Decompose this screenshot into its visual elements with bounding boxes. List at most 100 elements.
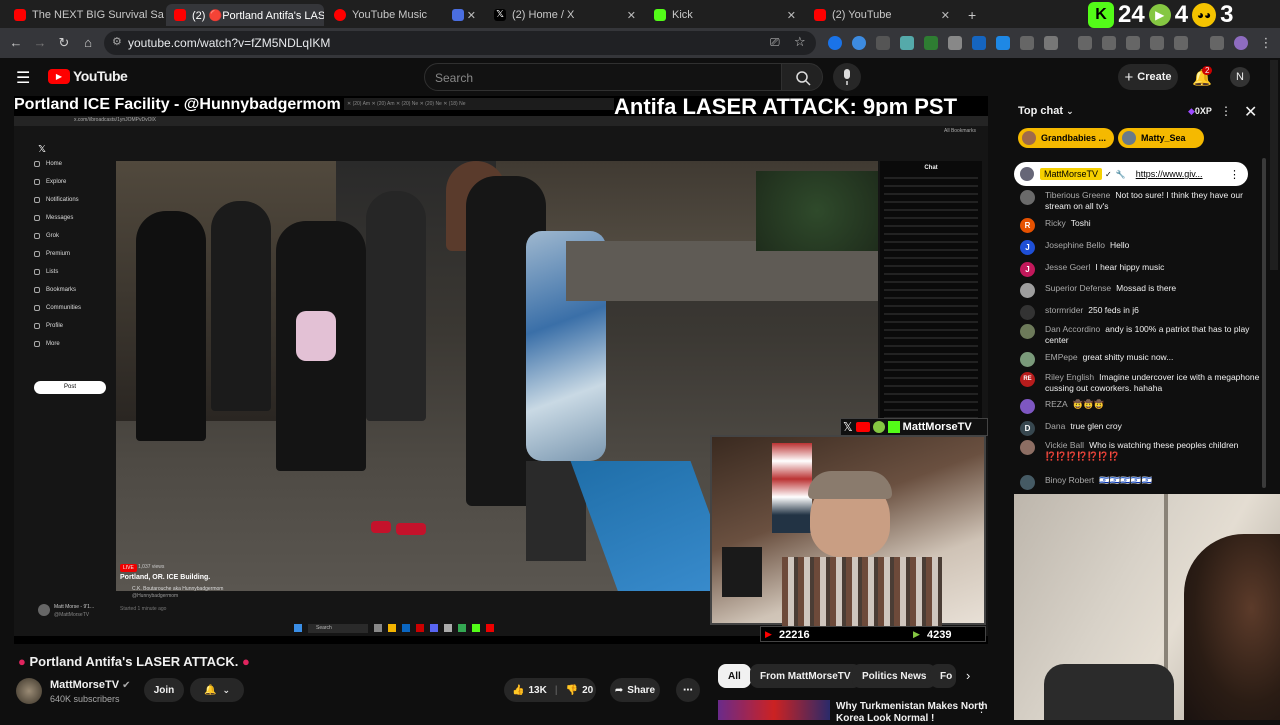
account-avatar[interactable]: N	[1230, 67, 1250, 87]
menu-lines-icon[interactable]	[1210, 36, 1224, 50]
extension-icon[interactable]	[948, 36, 962, 50]
thumbs-up-icon[interactable]: 👍	[512, 685, 524, 696]
profile-avatar-icon[interactable]	[1234, 36, 1248, 50]
join-button[interactable]: Join	[144, 678, 184, 702]
inner-nav-notifications: Notifications	[34, 197, 79, 203]
tab-label: (2) 🔴Portland Antifa's LAS	[192, 9, 324, 22]
kick-logo-icon	[887, 421, 900, 433]
inner-nav-home: Home	[34, 161, 62, 167]
history-icon[interactable]	[1078, 36, 1092, 50]
extension-icon[interactable]	[876, 36, 890, 50]
more-actions-button[interactable]: ⋯	[676, 678, 700, 702]
pinned-donor-2[interactable]: Matty_Sea	[1118, 128, 1204, 148]
youtube-logo[interactable]: ▶ YouTube	[48, 68, 128, 84]
tab-kick[interactable]: Kick ✕	[646, 4, 804, 26]
inner-viewers: 1,037 views	[138, 564, 165, 570]
cam-name: MattMorseTV	[902, 421, 972, 433]
pinned-donor-1[interactable]: Grandbabies ...	[1018, 128, 1114, 148]
page-scrollbar[interactable]	[1270, 60, 1278, 270]
chip-politics-news[interactable]: Politics News	[852, 664, 937, 688]
sidebar-icon[interactable]	[1150, 36, 1164, 50]
close-tab-icon[interactable]: ✕	[621, 9, 636, 22]
avatar	[1020, 324, 1035, 339]
close-chat-icon[interactable]: ✕	[1244, 102, 1257, 122]
kebab-menu-icon[interactable]: ⋮	[1258, 35, 1274, 51]
top-chat-dropdown[interactable]: Top chat ⌄	[1018, 105, 1074, 117]
tab-youtube[interactable]: (2) YouTube ✕	[806, 4, 958, 26]
rumble-logo-icon: ▶	[1148, 4, 1171, 26]
rumble-viewer-count: 4239	[927, 629, 952, 641]
search-button[interactable]	[781, 63, 823, 91]
extension-icon[interactable]	[828, 36, 842, 50]
chip-from-channel[interactable]: From MattMorseTV	[750, 664, 861, 688]
share-button[interactable]: ➦ Share	[610, 678, 660, 702]
kebab-menu-icon[interactable]: ⋮	[976, 702, 987, 715]
new-tab-button[interactable]: +	[960, 4, 980, 26]
stream-counter-overlay: K 24 ▶ 4 ◕◕ 3	[1088, 1, 1280, 28]
page-favicon-icon	[452, 9, 464, 21]
chip-partial[interactable]: Fo	[930, 664, 956, 688]
inner-browser-tabs: ✕ (20) Am ✕ (20) Am ✕ (20) Ne ✕ (20) Ne …	[344, 98, 614, 110]
video-title: ● Portland Antifa's LASER ATTACK. ●	[18, 654, 250, 669]
pinned-message[interactable]: MattMorseTV ✓ 🔧 https://www.giv... ⋮	[1014, 162, 1248, 186]
pinned-link[interactable]: https://www.giv...	[1136, 169, 1203, 179]
video-player[interactable]: Portland ICE Facility - @Hunnybadgermom …	[14, 96, 988, 644]
tab-x-home[interactable]: 𝕏 (2) Home / X ✕	[486, 4, 644, 26]
recommendation-thumbnail[interactable]	[718, 700, 830, 720]
inner-x-sidebar: 𝕏 Home Explore Notifications Messages Gr…	[34, 144, 116, 396]
chevron-right-icon[interactable]: ›	[966, 668, 970, 683]
hamburger-menu-icon[interactable]: ☰	[16, 68, 30, 88]
close-tab-icon[interactable]: ✕	[781, 9, 796, 22]
thumbs-down-icon[interactable]: 👎	[566, 685, 578, 696]
channel-avatar[interactable]	[16, 678, 42, 704]
extension-icon[interactable]	[1020, 36, 1034, 50]
reload-icon[interactable]: ↻	[56, 35, 72, 51]
extension-icon[interactable]	[852, 36, 866, 50]
search-input[interactable]: Search	[424, 63, 782, 91]
tab-label: Kick	[672, 9, 693, 21]
kebab-menu-icon[interactable]: ⋮	[1229, 168, 1240, 181]
tab-survival-sandbox[interactable]: The NEXT BIG Survival Sandbo ✕	[6, 4, 164, 26]
points-badge[interactable]: ◆0XP	[1188, 106, 1212, 117]
subscribed-notifications-button[interactable]: 🔔 ⌄	[190, 678, 244, 702]
like-count[interactable]: 13K	[528, 685, 546, 696]
x-logo-icon: 𝕏	[843, 420, 853, 434]
chat-message: R Ricky Toshi	[1020, 218, 1260, 233]
chip-all[interactable]: All	[718, 664, 751, 688]
chat-scrollbar[interactable]	[1262, 158, 1266, 488]
tab-portland-antifa[interactable]: (2) 🔴Portland Antifa's LAS 🔊 ✕	[166, 4, 324, 26]
address-bar[interactable]: ⚙ youtube.com/watch?v=fZM5NDLqIKM ⎚ ☆	[104, 31, 816, 55]
devtools-icon[interactable]	[1126, 36, 1140, 50]
chat-message: J Josephine Bello Hello	[1020, 240, 1260, 255]
rumble-count: 4	[1174, 1, 1189, 28]
chat-menu-icon[interactable]: ⋮	[1220, 104, 1232, 118]
extension-icon[interactable]	[924, 36, 938, 50]
tab-unnamed[interactable]	[444, 4, 484, 26]
downloads-icon[interactable]	[1102, 36, 1116, 50]
cast-icon[interactable]: ⎚	[770, 35, 780, 50]
bookmark-star-icon[interactable]: ☆	[794, 34, 806, 50]
extension-icon[interactable]	[996, 36, 1010, 50]
site-info-icon[interactable]: ⚙	[112, 35, 122, 48]
inner-caption-user: C.K. Boutarouche aka Hunnybadgermom	[132, 586, 224, 592]
extension-icon[interactable]	[900, 36, 914, 50]
puzzle-extensions-icon[interactable]	[1044, 36, 1058, 50]
close-tab-icon[interactable]: ✕	[935, 9, 950, 22]
youtube-play-logo-icon: ▶	[48, 68, 70, 84]
channel-name[interactable]: MattMorseTV ✔	[50, 679, 131, 691]
inner-nav-profile: Profile	[34, 323, 63, 329]
home-icon[interactable]: ⌂	[80, 35, 96, 51]
screenshot-icon[interactable]	[1174, 36, 1188, 50]
tab-label: YouTube Music	[352, 9, 428, 21]
back-arrow-icon[interactable]: ←	[8, 35, 24, 51]
youtube-favicon-icon	[174, 9, 186, 21]
chat-message: D Dana true glen croy	[1020, 421, 1260, 436]
recommendation-title[interactable]: Why Turkmenistan Makes North Korea Look N…	[836, 701, 988, 725]
voice-search-button[interactable]	[833, 63, 861, 91]
dislike-count[interactable]: 20	[582, 685, 593, 696]
create-button[interactable]: + Create	[1118, 64, 1178, 90]
avatar	[1020, 167, 1034, 181]
inner-taskbar: Search	[294, 622, 714, 634]
extension-icon[interactable]	[972, 36, 986, 50]
forward-arrow-icon[interactable]: →	[32, 35, 48, 51]
